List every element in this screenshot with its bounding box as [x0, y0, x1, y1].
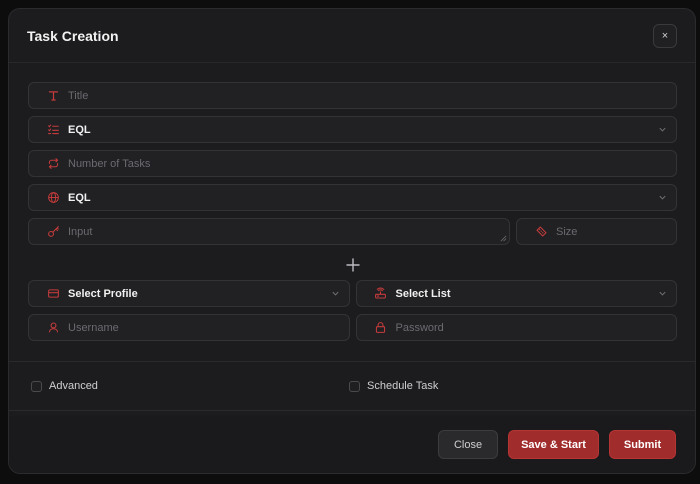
- chevron-down-icon: [331, 291, 339, 296]
- repeat-icon: [46, 157, 60, 171]
- list-select[interactable]: Select List: [355, 280, 677, 307]
- advanced-label: Advanced: [49, 380, 98, 392]
- title-placeholder: Title: [68, 89, 89, 102]
- mode-select[interactable]: EQL: [28, 116, 677, 143]
- list-value: Select List: [395, 287, 451, 300]
- close-icon[interactable]: ×: [653, 23, 677, 48]
- ruler-icon: [534, 225, 548, 239]
- type-icon: [46, 89, 60, 103]
- close-button[interactable]: Close: [438, 430, 498, 459]
- key-icon: [46, 225, 60, 239]
- globe-icon: [46, 191, 60, 205]
- task-form: Title EQL Number of Tasks EQL Input Size…: [9, 63, 695, 341]
- checkbox-box[interactable]: [349, 380, 360, 392]
- options-row: Advanced Schedule Task: [9, 362, 695, 411]
- username-placeholder: Username: [68, 321, 119, 334]
- number-of-tasks-input[interactable]: Number of Tasks: [28, 150, 677, 177]
- credit-card-icon: [46, 287, 60, 301]
- chevron-down-icon: [659, 127, 666, 132]
- chevron-down-icon: [659, 291, 666, 296]
- advanced-checkbox[interactable]: Advanced: [31, 380, 349, 392]
- size-input[interactable]: Size: [516, 218, 677, 245]
- task-creation-modal: Task Creation × Title EQL Number of Task…: [8, 8, 696, 474]
- region-value: EQL: [68, 191, 91, 204]
- schedule-task-label: Schedule Task: [367, 380, 439, 392]
- password-input[interactable]: Password: [355, 314, 677, 341]
- size-placeholder: Size: [556, 225, 578, 238]
- profile-value: Select Profile: [68, 287, 138, 300]
- checkbox-box[interactable]: [31, 380, 42, 392]
- user-icon: [46, 321, 60, 335]
- list-icon: [46, 123, 60, 137]
- input-placeholder: Input: [68, 225, 93, 238]
- plus-icon[interactable]: [345, 257, 361, 273]
- modal-footer: Close Save & Start Submit: [9, 416, 695, 473]
- lock-icon: [374, 321, 388, 335]
- number-of-tasks-placeholder: Number of Tasks: [68, 157, 151, 170]
- resize-handle-icon[interactable]: [500, 235, 507, 242]
- modal-header: Task Creation ×: [9, 9, 695, 63]
- input-textarea[interactable]: Input: [28, 218, 510, 245]
- username-input[interactable]: Username: [28, 314, 350, 341]
- password-placeholder: Password: [395, 321, 444, 334]
- router-icon: [374, 287, 388, 301]
- chevron-down-icon: [659, 195, 666, 200]
- submit-button[interactable]: Submit: [609, 430, 676, 459]
- mode-value: EQL: [68, 123, 91, 136]
- region-select[interactable]: EQL: [28, 184, 677, 211]
- profile-select[interactable]: Select Profile: [28, 280, 350, 307]
- title-input[interactable]: Title: [28, 82, 677, 109]
- modal-title: Task Creation: [27, 27, 119, 44]
- save-and-start-button[interactable]: Save & Start: [508, 430, 599, 459]
- schedule-task-checkbox[interactable]: Schedule Task: [349, 380, 438, 392]
- add-row: [28, 250, 677, 279]
